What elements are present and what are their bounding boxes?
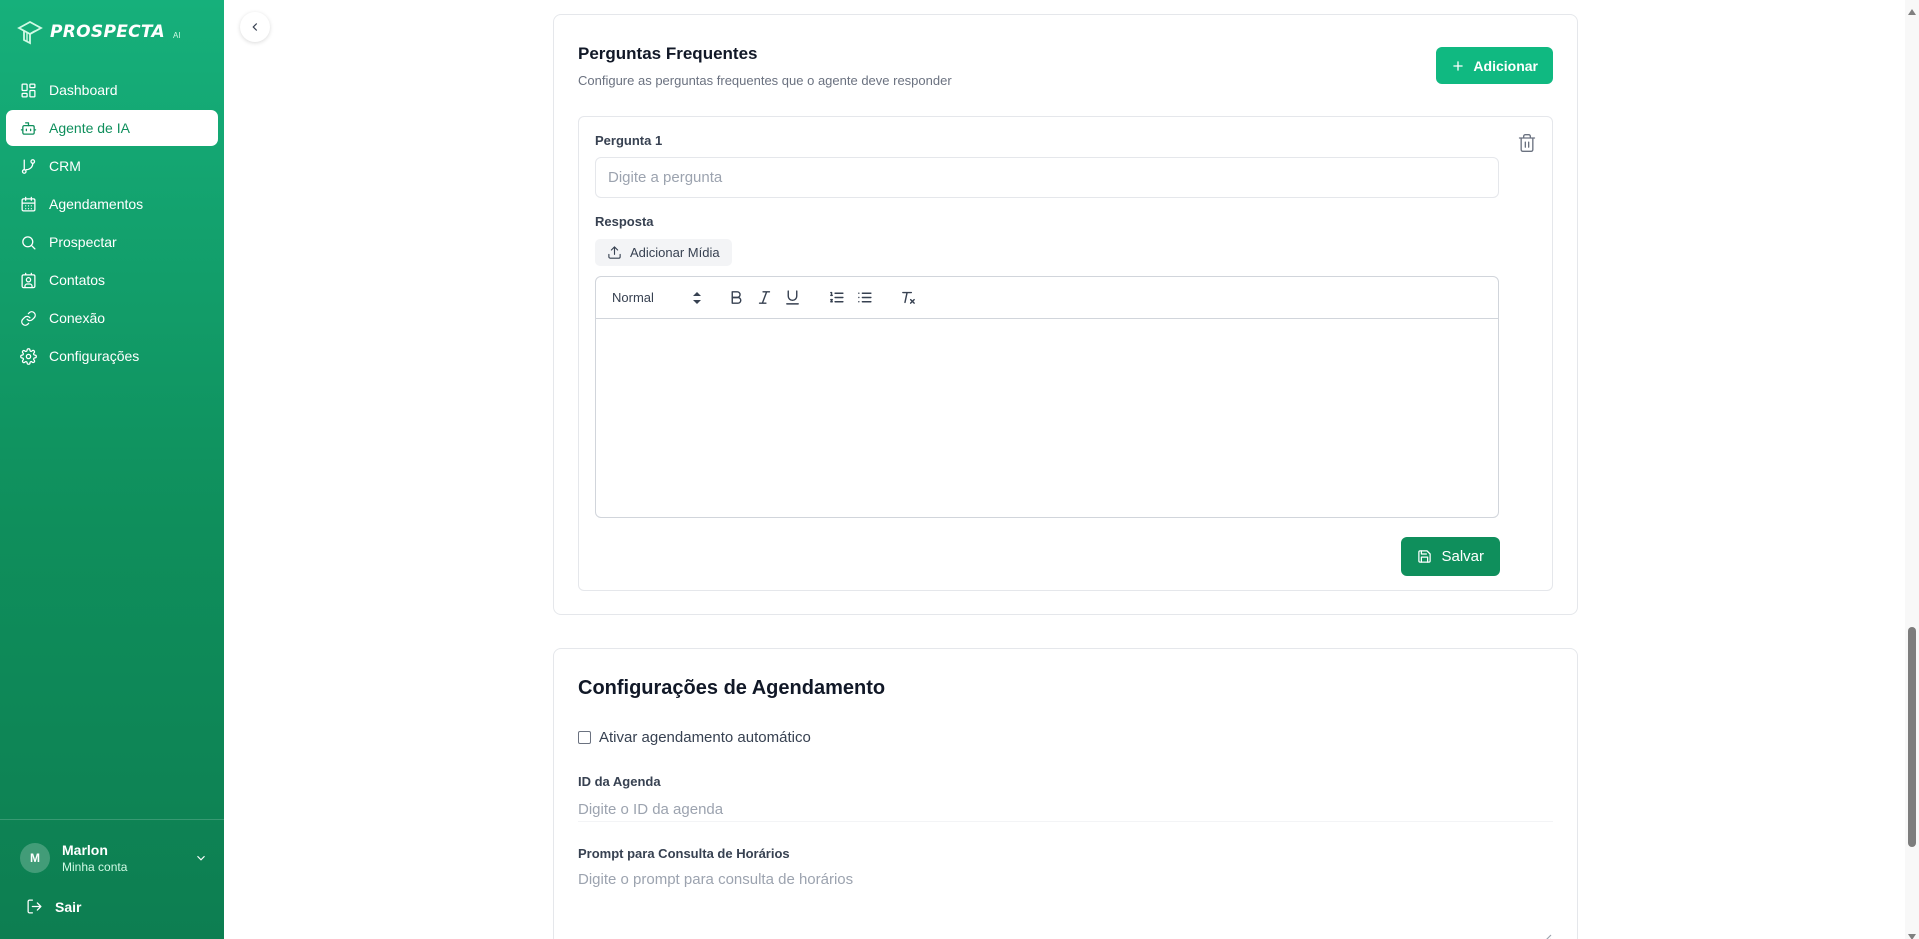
- add-media-button[interactable]: Adicionar Mídia: [595, 239, 732, 266]
- bullet-list-button[interactable]: [850, 286, 878, 310]
- page-scrollbar[interactable]: [1905, 0, 1919, 939]
- italic-icon: [758, 291, 770, 304]
- sidebar-item-agendamentos[interactable]: Agendamentos: [6, 186, 218, 222]
- schedule-prompt-textarea[interactable]: [578, 871, 1553, 939]
- editor-toolbar: Normal: [596, 277, 1498, 319]
- save-icon: [1418, 550, 1432, 563]
- add-question-button[interactable]: Adicionar: [1436, 47, 1553, 84]
- agenda-id-label: ID da Agenda: [578, 774, 661, 789]
- calendar-icon: [21, 196, 36, 212]
- sidebar-item-contatos[interactable]: Contatos: [6, 262, 218, 298]
- faq-card: Perguntas Frequentes Configure as pergun…: [553, 14, 1578, 615]
- scheduling-card: Configurações de Agendamento Ativar agen…: [553, 648, 1578, 939]
- auto-scheduling-checkbox[interactable]: [578, 731, 591, 744]
- ordered-list-icon: [829, 291, 844, 303]
- logout-icon: [27, 899, 42, 914]
- format-select[interactable]: Normal: [612, 290, 702, 305]
- logo-icon: [17, 20, 43, 45]
- gear-icon: [20, 347, 37, 365]
- question-label: Pergunta 1: [595, 133, 663, 148]
- search-icon: [22, 235, 36, 250]
- delete-question-button[interactable]: [1517, 133, 1537, 153]
- brand-name: PROSPECTA: [50, 22, 165, 42]
- plus-icon: [1453, 60, 1464, 71]
- resize-handle-icon[interactable]: [1542, 931, 1552, 939]
- sidebar-item-label: Dashboard: [49, 82, 118, 98]
- account-menu[interactable]: M Marlon Minha conta: [20, 842, 208, 874]
- bold-icon: [731, 291, 741, 304]
- sidebar-item-label: Prospectar: [49, 234, 117, 250]
- faq-subtitle: Configure as perguntas frequentes que o …: [578, 73, 952, 88]
- user-name: Marlon: [62, 842, 108, 858]
- user-info: Marlon Minha conta: [62, 842, 182, 874]
- add-media-label: Adicionar Mídia: [630, 245, 720, 260]
- italic-button[interactable]: [750, 286, 778, 310]
- sidebar-item-dashboard[interactable]: Dashboard: [6, 72, 218, 108]
- avatar: M: [20, 843, 50, 873]
- auto-scheduling-label: Ativar agendamento automático: [599, 729, 811, 746]
- answer-editor: Normal: [595, 276, 1499, 518]
- scroll-down-icon[interactable]: [1908, 928, 1916, 939]
- save-label: Salvar: [1441, 548, 1484, 565]
- scheduling-title: Configurações de Agendamento: [578, 677, 886, 699]
- scrollbar-thumb[interactable]: [1908, 627, 1916, 847]
- logout-label: Sair: [55, 898, 82, 915]
- format-select-value: Normal: [612, 290, 654, 305]
- faq-title: Perguntas Frequentes: [578, 44, 758, 63]
- sidebar-item-label: Conexão: [49, 310, 106, 326]
- clear-format-icon: [901, 291, 915, 304]
- ordered-list-button[interactable]: [822, 286, 850, 310]
- contact-icon: [21, 272, 36, 288]
- chevron-left-icon: [252, 23, 258, 31]
- brand-suffix: AI: [172, 31, 181, 40]
- sidebar-item-label: Configurações: [49, 348, 140, 364]
- save-button[interactable]: Salvar: [1401, 537, 1500, 576]
- bold-button[interactable]: [722, 286, 750, 310]
- answer-editor-body[interactable]: [596, 319, 1498, 517]
- sidebar-item-label: Agente de IA: [49, 120, 130, 136]
- brand-logo[interactable]: PROSPECTA AI: [16, 18, 181, 46]
- chevron-down-icon[interactable]: [194, 851, 208, 865]
- auto-scheduling-toggle[interactable]: Ativar agendamento automático: [578, 729, 811, 746]
- git-branch-icon: [21, 158, 36, 174]
- collapse-sidebar-button[interactable]: [240, 12, 270, 42]
- bullet-list-icon: [857, 292, 872, 303]
- scroll-up-icon[interactable]: [1908, 3, 1916, 15]
- upload-icon: [608, 246, 621, 259]
- sidebar: PROSPECTA AI Dashboard Agente de IA CRM …: [0, 0, 224, 939]
- select-arrows-icon: [693, 291, 701, 304]
- link-icon: [21, 310, 36, 326]
- question-input[interactable]: [595, 157, 1499, 198]
- sidebar-item-conexao[interactable]: Conexão: [6, 300, 218, 336]
- underline-icon: [785, 290, 799, 305]
- bot-icon: [20, 121, 37, 135]
- clear-format-button[interactable]: [894, 286, 922, 310]
- sidebar-footer: M Marlon Minha conta Sair: [0, 819, 224, 939]
- sidebar-item-prospectar[interactable]: Prospectar: [6, 224, 218, 260]
- underline-button[interactable]: [778, 286, 806, 310]
- sidebar-item-agente-de-ia[interactable]: Agente de IA: [6, 110, 218, 146]
- sidebar-item-label: Agendamentos: [49, 196, 144, 212]
- question-item: Pergunta 1 Resposta Adicionar Mídia Norm…: [578, 116, 1553, 591]
- answer-label: Resposta: [595, 214, 654, 229]
- sidebar-nav: Dashboard Agente de IA CRM Agendamentos …: [6, 72, 218, 376]
- user-subtitle: Minha conta: [62, 860, 128, 874]
- schedule-prompt-label: Prompt para Consulta de Horários: [578, 846, 790, 861]
- agenda-id-input[interactable]: [578, 798, 1553, 822]
- sidebar-item-crm[interactable]: CRM: [6, 148, 218, 184]
- logout-button[interactable]: Sair: [26, 898, 81, 915]
- add-question-label: Adicionar: [1473, 57, 1538, 74]
- sidebar-item-label: CRM: [49, 158, 81, 174]
- sidebar-item-label: Contatos: [49, 272, 106, 288]
- sidebar-item-configuracoes[interactable]: Configurações: [6, 338, 218, 374]
- dashboard-icon: [21, 82, 36, 98]
- trash-icon: [1518, 134, 1536, 152]
